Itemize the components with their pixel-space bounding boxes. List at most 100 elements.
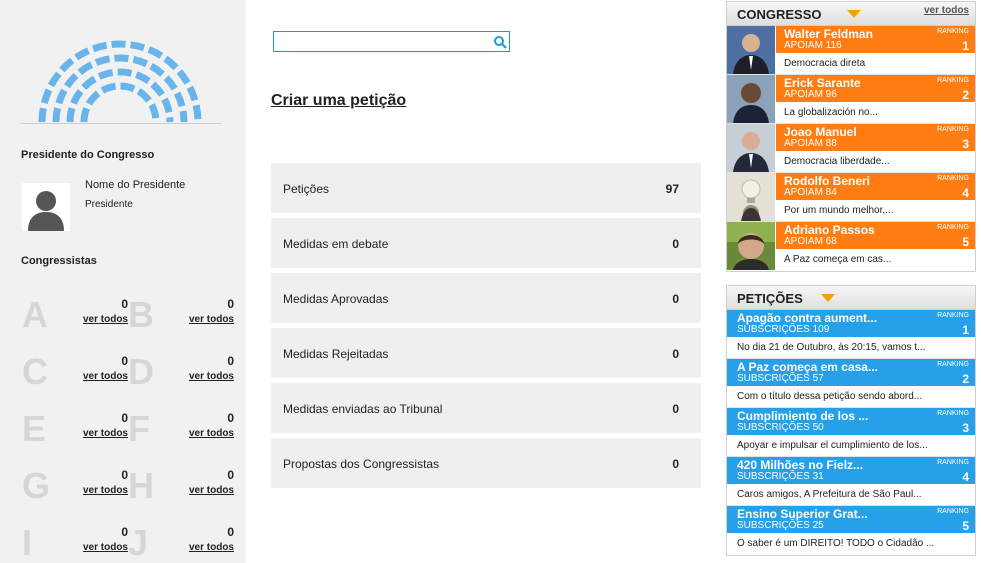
see-all-link[interactable]: ver todos [174,542,234,553]
petition-excerpt: Caros amigos, A Prefeitura de São Paul..… [737,489,922,500]
stat-row-measures-tribunal[interactable]: Medidas enviadas ao Tribunal 0 [271,383,701,433]
stat-label: Medidas Rejeitadas [283,347,389,361]
congressman-motto: Por um mundo melhor,... [784,205,894,216]
stat-row-measures-approved[interactable]: Medidas Aprovadas 0 [271,273,701,323]
petition-title: A Paz começa em casa... [737,360,878,374]
ranking-number: 5 [962,519,969,533]
letter-group-c: C 0 ver todos [22,352,128,398]
president-name: Nome do Presidente [85,179,186,191]
stat-label: Medidas Aprovadas [283,292,389,306]
search-input[interactable] [276,33,486,50]
see-all-link[interactable]: ver todos [68,314,128,325]
petition-item[interactable]: Ensino Superior Grat... SUBSCRIÇÕES 25 R… [727,506,975,555]
letter-label: H [128,465,154,506]
ranking-number: 2 [962,88,969,102]
petition-item[interactable]: Cumplimiento de los ... SUBSCRIÇÕES 50 R… [727,408,975,457]
petition-title: 420 Milhões no Fielz... [737,458,864,472]
letter-label: J [128,522,149,563]
congressman-motto: Democracia direta [784,58,866,69]
congressman-support: APOIAM 88 [784,138,837,149]
letter-label: E [22,408,47,449]
ranking-label: RANKING [937,28,969,35]
letter-group-b: B 0 ver todos [128,295,234,341]
congressman-item[interactable]: Walter Feldman APOIAM 116 RANKING 1 Demo… [727,26,975,75]
create-petition-link[interactable]: Criar uma petição [271,92,406,110]
petition-item[interactable]: A Paz começa em casa... SUBSCRIÇÕES 57 R… [727,359,975,408]
ranking-number: 1 [962,323,969,337]
letter-group-i: I 0 ver todos [22,523,128,563]
petition-title: Cumplimiento de los ... [737,409,869,423]
petition-item[interactable]: 420 Milhões no Fielz... SUBSCRIÇÕES 31 R… [727,457,975,506]
ranking-number: 3 [962,421,969,435]
see-all-link[interactable]: ver todos [174,485,234,496]
letter-group-a: A 0 ver todos [22,295,128,341]
congressman-motto: Democracia liberdade... [784,156,890,167]
congressman-motto: La globalización no... [784,107,878,118]
stat-row-measures-rejected[interactable]: Medidas Rejeitadas 0 [271,328,701,378]
dropdown-arrow-icon[interactable] [847,10,861,18]
congress-panel: CONGRESSO ver todos Walter Feldman APOIA… [726,1,976,272]
ranking-label: RANKING [937,508,969,515]
stat-label: Propostas dos Congressistas [283,457,440,471]
person-photo-icon [727,124,775,172]
petition-subscriptions: SUBSCRIÇÕES 25 [737,520,824,531]
petitions-panel-header: PETIÇÕES [727,286,975,310]
see-all-link[interactable]: ver todos [174,371,234,382]
petition-title: Apagão contra aument... [737,311,878,325]
petition-band: A Paz começa em casa... SUBSCRIÇÕES 57 R… [727,359,975,386]
letter-group-g: G 0 ver todos [22,466,128,512]
congress-panel-header: CONGRESSO ver todos [727,2,975,26]
congressman-support: APOIAM 116 [784,40,842,51]
petition-subscriptions: SUBSCRIÇÕES 50 [737,422,824,433]
stat-count: 97 [665,182,679,196]
petition-band: Apagão contra aument... SUBSCRIÇÕES 109 … [727,310,975,337]
ranking-number: 1 [962,39,969,53]
person-photo-icon [727,75,775,123]
see-all-link[interactable]: ver todos [68,485,128,496]
see-all-link[interactable]: ver todos [924,5,969,16]
see-all-link[interactable]: ver todos [174,428,234,439]
petition-band: 420 Milhões no Fielz... SUBSCRIÇÕES 31 R… [727,457,975,484]
president-role: Presidente [85,199,133,210]
dropdown-arrow-icon[interactable] [821,294,835,302]
letter-count: 0 [121,354,128,368]
stat-count: 0 [672,457,679,471]
congressman-name: Joao Manuel [784,125,857,139]
congressman-band: Erick Sarante APOIAM 96 RANKING 2 [776,75,975,102]
stat-label: Petições [283,182,330,196]
see-all-link[interactable]: ver todos [68,371,128,382]
congressman-photo [727,124,775,172]
see-all-link[interactable]: ver todos [174,314,234,325]
congressman-name: Walter Feldman [784,27,873,41]
letter-count: 0 [227,297,234,311]
see-all-link[interactable]: ver todos [68,542,128,553]
petition-item[interactable]: Apagão contra aument... SUBSCRIÇÕES 109 … [727,310,975,359]
congressman-item[interactable]: Joao Manuel APOIAM 88 RANKING 3 Democrac… [727,124,975,173]
congressman-item[interactable]: Adriano Passos APOIAM 68 RANKING 5 A Paz… [727,222,975,271]
congressman-photo [727,173,775,221]
search-icon[interactable] [493,35,507,49]
letter-group-e: E 0 ver todos [22,409,128,455]
ranking-number: 4 [962,186,969,200]
person-photo-icon [727,173,775,221]
see-all-link[interactable]: ver todos [68,428,128,439]
stat-row-congress-proposals[interactable]: Propostas dos Congressistas 0 [271,438,701,488]
congressmen-heading: Congressistas [21,255,97,267]
stat-label: Medidas em debate [283,237,389,251]
congressman-item[interactable]: Erick Sarante APOIAM 96 RANKING 2 La glo… [727,75,975,124]
search-box [273,31,510,52]
letter-label: I [22,522,33,563]
letter-label: C [22,351,48,392]
stat-row-petitions[interactable]: Petições 97 [271,163,701,213]
letter-count: 0 [227,468,234,482]
letter-label: D [128,351,154,392]
stat-row-measures-debate[interactable]: Medidas em debate 0 [271,218,701,268]
letter-group-f: F 0 ver todos [128,409,234,455]
congressman-band: Adriano Passos APOIAM 68 RANKING 5 [776,222,975,249]
stat-count: 0 [672,402,679,416]
letter-group-h: H 0 ver todos [128,466,234,512]
congressman-band: Rodolfo Beneri APOIAM 84 RANKING 4 [776,173,975,200]
congressman-item[interactable]: Rodolfo Beneri APOIAM 84 RANKING 4 Por u… [727,173,975,222]
congressman-photo [727,75,775,123]
stat-count: 0 [672,237,679,251]
